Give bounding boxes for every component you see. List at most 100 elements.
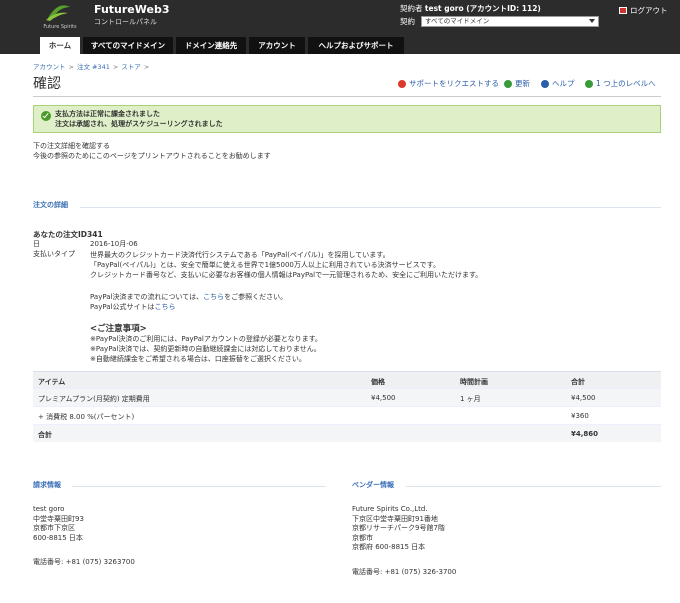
row-total: ¥4,500	[571, 394, 596, 402]
vendor-address: Future Spirits Co.,Ltd. 下京区中堂寺粟田町91番地 京都…	[352, 505, 445, 553]
row-price: ¥4,500	[371, 394, 396, 402]
alert-text: 支払方法は正常に課金されました 注文は承認され、処理がスケジューリングされました	[55, 110, 223, 129]
notice-line-1: ※PayPal決済のご利用には、PayPalアカウントの登録が必要となります。	[90, 335, 322, 343]
billing-line: 京都市下京区	[33, 524, 75, 532]
billing-heading: 請求情報	[33, 481, 61, 489]
order-details-heading: 注文の詳細	[33, 201, 68, 209]
help-link[interactable]: ヘルプ	[541, 78, 575, 89]
request-support-label: サポートをリクエストする	[409, 79, 499, 88]
refresh-label: 更新	[515, 79, 530, 88]
billing-address: test goro 中堂寺粟田町93 京都市下京区 600-8815 日本	[33, 505, 84, 543]
section-divider	[80, 207, 661, 208]
vendor-line: 京都市	[352, 533, 373, 542]
logo-text: Future Spirits	[43, 24, 77, 30]
table-row: プレミアムプラン(月契約) 定期費用 ¥4,500 1 ヶ月 ¥4,500	[33, 388, 661, 406]
tab-home[interactable]: ホーム	[40, 37, 80, 54]
intro-text: 下の注文詳細を確認する 今後の参照のためにこのページをプリントアウトされることを…	[33, 141, 271, 161]
logo[interactable]: Future Spirits	[34, 2, 86, 34]
row-item: + 消費税 8.00 %(パーセント)	[38, 413, 135, 421]
col-price: 価格	[371, 378, 385, 386]
nav-bar: ホーム すべてのマイドメイン ドメイン連絡先 アカウント ヘルプおよびサポート	[0, 36, 680, 54]
table-sum-row: 合計 ¥4,860	[33, 424, 661, 442]
account-block: 契約者 test goro (アカウントID: 112) 契約 すべてのマイドメ…	[400, 3, 599, 27]
order-date-value: 2016-10月-06	[90, 240, 138, 248]
table-header: アイテム 価格 時間計画 合計	[33, 371, 661, 388]
paypal-line-3: クレジットカード番号など、支払いに必要なお客様の個人情報はPayPalで一元管理…	[90, 271, 483, 279]
row-item: プレミアムプラン(月契約) 定期費用	[38, 395, 150, 403]
vendor-line: 京都リサーチパーク9号館7階	[352, 524, 445, 532]
logout-link[interactable]: ログアウト	[619, 5, 668, 16]
help-label: ヘルプ	[552, 79, 575, 88]
brand-name: FutureWeb3	[94, 3, 170, 16]
paypal-flow-prefix: PayPal決済までの流れについては、	[90, 293, 204, 301]
breadcrumb-store[interactable]: ストア	[121, 63, 141, 71]
col-total: 合計	[571, 378, 585, 386]
paypal-description: 世界最大のクレジットカード決済代行システムである「PayPal(ペイパル)」を採…	[90, 250, 482, 280]
breadcrumb-sep: >	[112, 63, 119, 71]
vendor-line: 京都府 600-8815 日本	[352, 543, 426, 551]
sum-label: 合計	[38, 431, 52, 439]
paypal-line-1: 世界最大のクレジットカード決済代行システムである「PayPal(ペイパル)」を採…	[90, 251, 390, 259]
vendor-line: 下京区中堂寺粟田町91番地	[352, 514, 438, 523]
refresh-icon	[504, 79, 512, 88]
chevron-down-icon	[589, 19, 595, 23]
divider	[33, 96, 661, 97]
billing-line: test goro	[33, 505, 65, 513]
col-item: アイテム	[38, 378, 66, 386]
paypal-site-line: PayPal公式サイトはこちら	[90, 302, 287, 312]
intro-line-2: 今後の参照のためにこのページをプリントアウトされることをお勧めします	[33, 152, 271, 160]
tab-domain-contacts[interactable]: ドメイン連絡先	[176, 37, 246, 54]
billing-phone: 電話番号: +81 (075) 3263700	[33, 558, 135, 566]
contract-label: 契約	[400, 17, 415, 26]
contract-select[interactable]: すべてのマイドメイン	[421, 16, 599, 27]
page-title: 確認	[33, 76, 61, 92]
account-user: test goro (アカウントID: 112)	[424, 4, 541, 13]
success-alert: 支払方法は正常に課金されました 注文は承認され、処理がスケジューリングされました	[33, 105, 661, 133]
account-prefix: 契約者	[400, 4, 423, 13]
tab-all-domains[interactable]: すべてのマイドメイン	[83, 37, 173, 54]
breadcrumb-account[interactable]: アカウント	[33, 63, 66, 71]
breadcrumb-order[interactable]: 注文 #341	[77, 63, 110, 71]
notice-line-3: ※自動継続課金をご希望される場合は、口座振替をご選択ください。	[90, 355, 306, 363]
alert-line-2: 注文は承認され、処理がスケジューリングされました	[55, 119, 223, 128]
order-items-table: アイテム 価格 時間計画 合計 プレミアムプラン(月契約) 定期費用 ¥4,50…	[33, 371, 661, 442]
paypal-flow-line: PayPal決済までの流れについては、こちらをご参照ください。	[90, 292, 287, 302]
billing-line: 600-8815 日本	[33, 533, 83, 542]
up-level-link[interactable]: 1 つ上のレベルへ	[585, 78, 656, 89]
request-support-link[interactable]: サポートをリクエストする	[398, 78, 499, 89]
paypal-flow-link[interactable]: こちら	[203, 293, 224, 301]
paypal-flow-suffix: をご参照ください。	[224, 293, 288, 301]
row-period: 1 ヶ月	[460, 395, 481, 403]
breadcrumb-sep: >	[68, 63, 74, 71]
brand: FutureWeb3 コントロールパネル	[94, 3, 170, 27]
vendor-phone: 電話番号: +81 (075) 326-3700	[352, 568, 457, 576]
vendor-line: Future Spirits Co.,Ltd.	[352, 505, 428, 513]
notice-title: <ご注意事項>	[90, 324, 147, 334]
payment-type-label: 支払いタイプ	[33, 250, 75, 258]
tab-help-support[interactable]: ヘルプおよびサポート	[308, 37, 404, 54]
help-icon	[541, 79, 549, 88]
breadcrumb: アカウント > 注文 #341 > ストア >	[33, 61, 152, 71]
top-bar: Future Spirits FutureWeb3 コントロールパネル 契約者 …	[0, 0, 680, 36]
refresh-link[interactable]: 更新	[504, 78, 530, 89]
col-period: 時間計画	[460, 378, 488, 386]
sum-value: ¥4,860	[571, 430, 599, 438]
contract-select-value: すべてのマイドメイン	[425, 17, 490, 25]
section-divider	[72, 486, 326, 487]
paypal-links: PayPal決済までの流れについては、こちらをご参照ください。 PayPal公式…	[90, 292, 287, 312]
contract-row: 契約 すべてのマイドメイン	[400, 16, 599, 27]
check-icon	[41, 111, 51, 121]
support-icon	[398, 79, 406, 88]
table-row: + 消費税 8.00 %(パーセント) ¥360	[33, 406, 661, 424]
order-date-label: 日	[33, 240, 40, 248]
section-divider	[406, 486, 661, 487]
vendor-heading: ベンダー情報	[352, 481, 394, 489]
tab-account[interactable]: アカウント	[249, 37, 305, 54]
alert-line-1: 支払方法は正常に課金されました	[55, 110, 160, 118]
breadcrumb-sep: >	[143, 63, 150, 71]
logout-icon	[619, 7, 627, 14]
account-line: 契約者 test goro (アカウントID: 112)	[400, 3, 599, 14]
logout-label: ログアウト	[630, 6, 668, 15]
paypal-site-link[interactable]: こちら	[154, 303, 175, 311]
billing-line: 中堂寺粟田町93	[33, 514, 84, 523]
